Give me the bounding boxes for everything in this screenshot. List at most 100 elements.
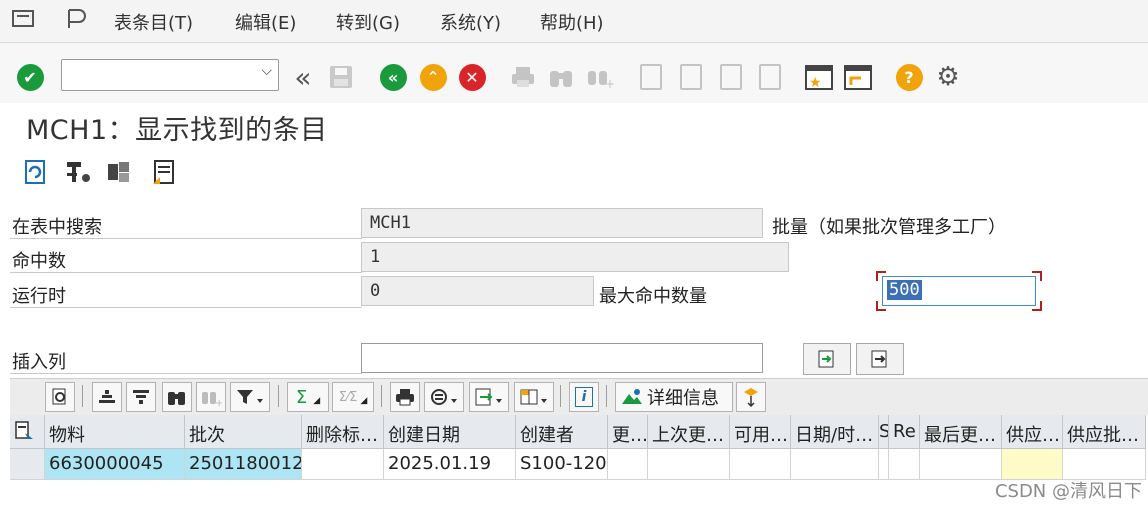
layout-button[interactable] xyxy=(514,382,554,412)
layout-icon[interactable] xyxy=(66,8,88,35)
print-icon[interactable] xyxy=(508,62,538,92)
menu-system[interactable]: 系统(Y) xyxy=(440,9,501,35)
cell-available[interactable] xyxy=(730,449,791,480)
cell-re[interactable] xyxy=(889,449,920,480)
column-header-created-by[interactable]: 创建者 xyxy=(516,415,608,449)
divider xyxy=(10,307,362,308)
column-header-supplier[interactable]: 供应… xyxy=(1002,415,1063,449)
svg-text:+: + xyxy=(605,77,614,89)
find-button[interactable] xyxy=(162,382,192,412)
cell-supplier[interactable] xyxy=(1002,449,1063,480)
magnifier-doc-icon xyxy=(52,388,66,405)
last-page-icon[interactable] xyxy=(755,62,785,92)
previous-page-icon[interactable] xyxy=(676,62,706,92)
hits-label: 命中数 xyxy=(12,251,66,272)
enter-check-icon[interactable]: ✔ xyxy=(15,62,45,92)
divider xyxy=(10,373,362,374)
runtime-field: 0 xyxy=(361,276,594,306)
cell-last-updated[interactable] xyxy=(920,449,1002,480)
cell-s[interactable] xyxy=(879,449,889,480)
column-header-last-updated[interactable]: 最后更… xyxy=(920,415,1002,449)
selection-criteria-icon[interactable] xyxy=(63,158,93,188)
menu-table-entry[interactable]: 表条目(T) xyxy=(114,9,193,35)
command-field[interactable]: ⌵ xyxy=(61,59,279,91)
new-session-icon[interactable]: ★ xyxy=(804,62,834,92)
cancel-icon[interactable]: ✕ xyxy=(457,62,487,92)
find-next-button[interactable]: + xyxy=(196,382,226,412)
technical-settings-icon[interactable] xyxy=(105,158,135,188)
select-all-cell[interactable] xyxy=(10,415,45,449)
cell-created-by[interactable]: S100-120 xyxy=(516,449,608,480)
double-left-icon[interactable]: « xyxy=(288,61,318,94)
row-selector[interactable] xyxy=(10,449,45,480)
sum-button[interactable]: Σ ◢ xyxy=(287,382,329,412)
find-icon[interactable] xyxy=(546,62,576,92)
runtime-label: 运行时 xyxy=(12,286,66,307)
cell-supplier-batch[interactable] xyxy=(1063,449,1146,480)
save-icon[interactable] xyxy=(326,62,356,92)
column-header-material[interactable]: 物料 xyxy=(45,415,185,449)
cell-batch[interactable]: 2501180012 xyxy=(185,449,302,480)
cell-date-time[interactable] xyxy=(791,449,879,480)
column-header-re[interactable]: Re xyxy=(889,415,920,449)
cell-changed[interactable] xyxy=(608,449,648,480)
column-header-s[interactable]: S xyxy=(879,415,889,449)
subtotal-icon: Σ⁄Σ xyxy=(338,389,358,405)
divider xyxy=(10,238,362,239)
menu-edit[interactable]: 编辑(E) xyxy=(235,9,296,35)
max-hits-input[interactable]: 500 xyxy=(882,276,1036,306)
views-button[interactable] xyxy=(424,382,464,412)
column-header-available[interactable]: 可用… xyxy=(730,415,791,449)
views-icon xyxy=(431,389,457,405)
insert-column-button[interactable] xyxy=(803,343,851,375)
dropdown-icon: ◢ xyxy=(313,396,321,406)
next-page-icon[interactable] xyxy=(716,62,746,92)
information-button[interactable]: i xyxy=(569,382,599,412)
details-view-button[interactable] xyxy=(45,382,75,412)
details-button-label: 详细信息 xyxy=(647,388,719,409)
column-header-created-on[interactable]: 创建日期 xyxy=(384,415,516,449)
column-header-batch[interactable]: 批次 xyxy=(185,415,302,449)
insert-column-input[interactable] xyxy=(361,343,763,373)
column-header-date-time[interactable]: 日期/时… xyxy=(791,415,879,449)
search-table-label: 在表中搜索 xyxy=(12,217,102,238)
separator xyxy=(606,385,607,407)
separator xyxy=(381,385,382,407)
subtotal-button[interactable]: Σ⁄Σ ◢ xyxy=(332,382,374,412)
refresh-icon[interactable] xyxy=(21,158,51,188)
column-header-deletion-flag[interactable]: 删除标… xyxy=(302,415,384,449)
first-page-icon[interactable] xyxy=(636,62,666,92)
cell-created-on[interactable]: 2025.01.19 xyxy=(384,449,516,480)
export-button[interactable] xyxy=(469,382,509,412)
menu-goto[interactable]: 转到(G) xyxy=(336,9,400,35)
sort-ascending-icon xyxy=(99,390,115,403)
exit-icon[interactable]: ⌃ xyxy=(418,62,448,92)
print-preview-button[interactable] xyxy=(390,382,420,412)
alv-toolbar: + Σ ◢ Σ⁄Σ ◢ i 详细信息 xyxy=(10,378,1148,415)
hits-field: 1 xyxy=(361,242,789,272)
menu-help[interactable]: 帮助(H) xyxy=(540,9,604,35)
back-icon[interactable]: « xyxy=(378,62,408,92)
cell-last-changed[interactable] xyxy=(648,449,730,480)
find-next-icon[interactable]: + xyxy=(585,62,615,92)
help-icon[interactable]: ? xyxy=(894,62,924,92)
document-list-icon[interactable] xyxy=(150,158,180,188)
filter-button[interactable] xyxy=(230,382,270,412)
insert-all-columns-button[interactable] xyxy=(856,343,904,375)
column-header-changed[interactable]: 更… xyxy=(608,415,648,449)
cell-material[interactable]: 6630000045 xyxy=(45,449,185,480)
sort-ascending-button[interactable] xyxy=(92,382,122,412)
filter-icon xyxy=(237,390,263,404)
settings-gear-icon[interactable]: ⚙ xyxy=(933,62,963,92)
sort-descending-button[interactable] xyxy=(126,382,156,412)
printer-icon xyxy=(396,389,414,406)
sort-order-button[interactable] xyxy=(736,382,766,412)
column-header-last-changed[interactable]: 上次更… xyxy=(648,415,730,449)
cell-deletion-flag[interactable] xyxy=(302,449,384,480)
chevron-down-icon[interactable]: ⌵ xyxy=(261,63,272,79)
column-header-supplier-batch[interactable]: 供应批… xyxy=(1063,415,1146,449)
details-button[interactable]: 详细信息 xyxy=(615,382,733,412)
shortcut-icon[interactable] xyxy=(843,62,873,92)
menu-icon[interactable] xyxy=(12,9,34,34)
max-hits-value: 500 xyxy=(887,280,922,300)
